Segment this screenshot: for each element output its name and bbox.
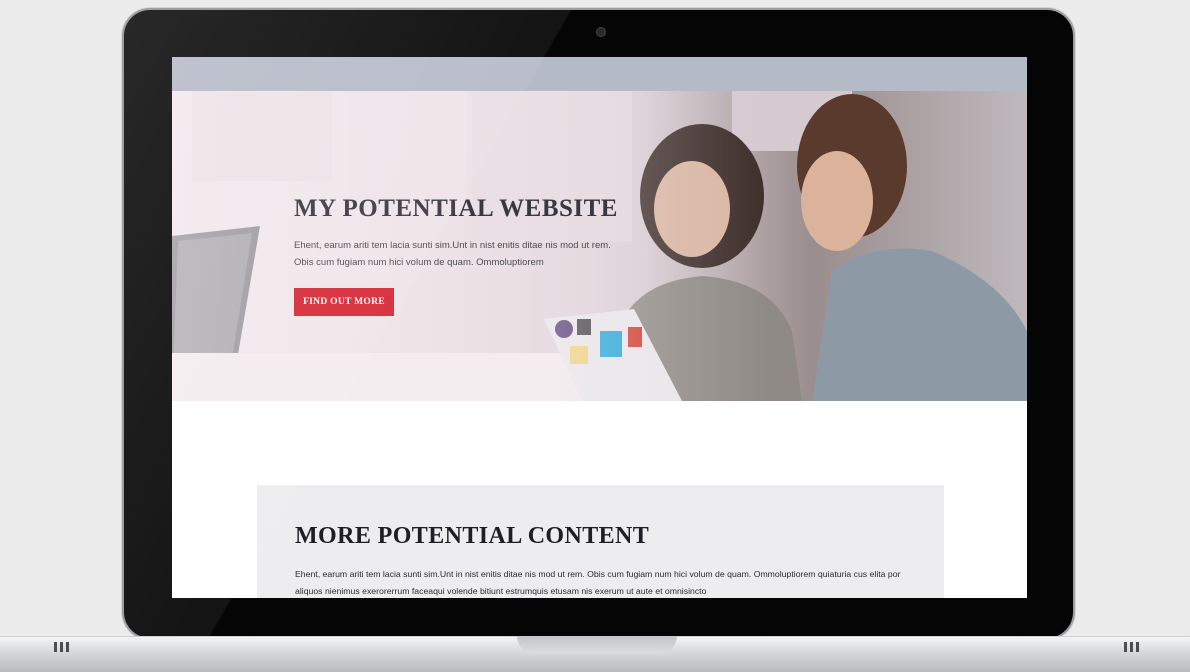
laptop-opening-notch xyxy=(517,636,677,654)
right-vent-icon xyxy=(1124,642,1139,652)
content-card: MORE POTENTIAL CONTENT Ehent, earum arit… xyxy=(257,485,944,598)
hero-section: MY POTENTIAL WEBSITE Ehent, earum ariti … xyxy=(172,91,1027,401)
hero-title: MY POTENTIAL WEBSITE xyxy=(294,195,618,222)
find-out-more-button[interactable]: FIND OUT MORE xyxy=(294,288,394,316)
laptop-frame: MY POTENTIAL WEBSITE Ehent, earum ariti … xyxy=(124,10,1073,638)
content-title: MORE POTENTIAL CONTENT xyxy=(295,523,650,549)
left-vent-icon xyxy=(54,642,69,652)
site-header-bar xyxy=(172,57,1027,91)
hero-description: Ehent, earum ariti tem lacia sunti sim.U… xyxy=(294,240,611,268)
webcam-icon xyxy=(597,28,605,36)
website-screen: MY POTENTIAL WEBSITE Ehent, earum ariti … xyxy=(172,57,1027,598)
content-text: Ehent, earum ariti tem lacia sunti sim.U… xyxy=(295,569,901,596)
